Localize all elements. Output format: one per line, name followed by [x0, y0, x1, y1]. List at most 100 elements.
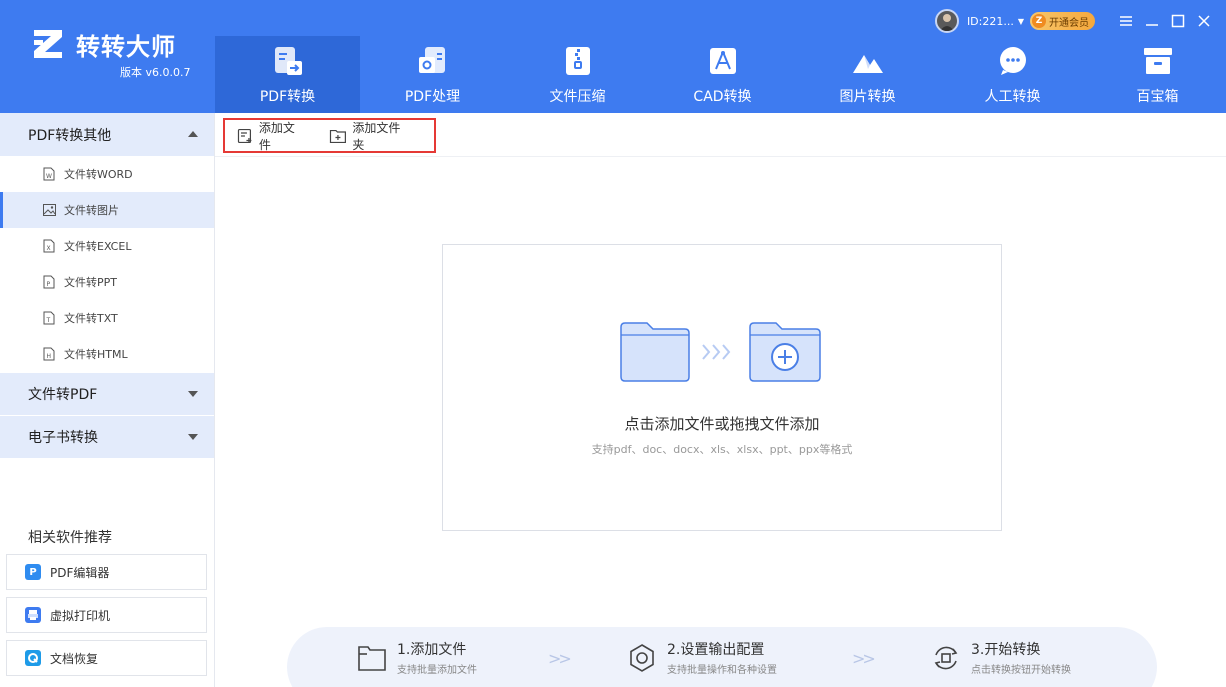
menu-icon: [1119, 16, 1132, 26]
recommend-virtual-printer[interactable]: 虚拟打印机: [6, 597, 207, 633]
recommend-label: 虚拟打印机: [50, 608, 111, 623]
recommend-pdf-editor[interactable]: P PDF编辑器: [6, 554, 207, 590]
drop-main-text: 点击添加文件或拖拽文件添加: [624, 415, 820, 433]
steps-guide: 1.添加文件 支持批量添加文件 >> 2.设置输出配置 支持批量操作和各种设置 …: [287, 627, 1157, 687]
step-desc: 点击转换按钮开始转换: [971, 665, 1071, 676]
maximize-button[interactable]: [1165, 9, 1190, 33]
sidebar-item-label: 文件转HTML: [64, 348, 128, 361]
convert-icon: [929, 641, 963, 675]
step-separator-icon: >>: [548, 649, 572, 668]
image-convert-icon: [851, 44, 885, 78]
sidebar-item-to-word[interactable]: W 文件转WORD: [0, 156, 214, 192]
folder-transfer-icon: [620, 322, 821, 382]
expand-arrow-icon: [188, 434, 198, 440]
nav-label: CAD转换: [693, 89, 752, 105]
file-compress-icon: [561, 44, 595, 78]
drop-sub-text: 支持pdf、doc、docx、xls、xlsx、ppt、ppx等格式: [591, 443, 853, 456]
pdf-editor-icon: P: [25, 564, 41, 580]
nav-cad-convert[interactable]: CAD转换: [650, 36, 795, 113]
nav-file-compress[interactable]: 文件压缩: [505, 36, 650, 113]
virtual-printer-icon: [25, 607, 41, 623]
sidebar-item-label: 文件转WORD: [64, 168, 133, 181]
file-toolbar: 添加文件 添加文件夹: [223, 118, 436, 153]
add-folder-icon: [329, 129, 346, 143]
close-icon: [1197, 15, 1210, 27]
minimize-button[interactable]: [1139, 9, 1164, 33]
user-avatar[interactable]: [934, 9, 959, 33]
step-title: 2.设置输出配置: [667, 642, 765, 658]
svg-text:T: T: [46, 317, 51, 324]
step-desc: 支持批量操作和各种设置: [667, 665, 777, 676]
sidebar-group-to-pdf[interactable]: 文件转PDF: [0, 372, 214, 415]
recommend-label: PDF编辑器: [50, 565, 110, 580]
nav-manual-convert[interactable]: 人工转换: [940, 36, 1085, 113]
document-recovery-icon: [25, 650, 41, 666]
svg-text:H: H: [47, 353, 52, 360]
nav-label: 人工转换: [984, 89, 1041, 105]
sidebar-item-label: 文件转TXT: [64, 312, 118, 325]
sidebar-item-label: 文件转EXCEL: [64, 240, 132, 253]
open-vip-button[interactable]: Z 开通会员: [1030, 12, 1095, 30]
nav-label: PDF处理: [404, 89, 461, 105]
manual-convert-icon: [996, 44, 1030, 78]
sidebar-item-to-image[interactable]: 文件转图片: [0, 192, 214, 228]
collapse-arrow-icon: [188, 131, 198, 137]
step-add-file: 1.添加文件 支持批量添加文件: [355, 641, 477, 676]
file-drop-zone[interactable]: 点击添加文件或拖拽文件添加 支持pdf、doc、docx、xls、xlsx、pp…: [442, 244, 1002, 531]
step-output-settings: 2.设置输出配置 支持批量操作和各种设置: [625, 641, 777, 676]
app-version: 版本 v6.0.0.7: [120, 66, 191, 79]
nav-pdf-convert[interactable]: PDF转换: [215, 36, 360, 113]
pdf-convert-icon: [271, 44, 305, 78]
folder-icon: [355, 641, 389, 675]
app-logo: 转转大师: [30, 26, 176, 62]
sidebar-item-label: 文件转图片: [64, 204, 119, 217]
cad-convert-icon: [706, 44, 740, 78]
sidebar-group-label: PDF转换其他: [28, 127, 112, 144]
step-title: 1.添加文件: [397, 642, 467, 658]
title-bar-controls: ID:221... ▼ Z 开通会员: [934, 8, 1216, 34]
sidebar-item-label: 文件转PPT: [64, 276, 117, 289]
sidebar-item-to-ppt[interactable]: P 文件转PPT: [0, 264, 214, 300]
user-id[interactable]: ID:221...: [967, 15, 1014, 28]
add-folder-button[interactable]: 添加文件夹: [329, 119, 412, 153]
maximize-icon: [1171, 14, 1184, 28]
recommend-document-recovery[interactable]: 文档恢复: [6, 640, 207, 676]
svg-text:W: W: [46, 173, 52, 180]
sidebar-item-to-excel[interactable]: X 文件转EXCEL: [0, 228, 214, 264]
sidebar-item-to-html[interactable]: H 文件转HTML: [0, 336, 214, 372]
nav-toolbox[interactable]: 百宝箱: [1085, 36, 1226, 113]
logo-z-icon: [30, 26, 66, 62]
recommend-title: 相关软件推荐: [28, 530, 112, 546]
app-name: 转转大师: [76, 32, 176, 61]
pdf-process-icon: [416, 44, 450, 78]
sidebar-group-pdf-convert-other[interactable]: PDF转换其他: [0, 113, 214, 156]
add-file-icon: [237, 128, 252, 143]
menu-button[interactable]: [1113, 9, 1138, 33]
nav-label: 图片转换: [839, 89, 896, 105]
step-desc: 支持批量添加文件: [397, 665, 477, 676]
html-file-icon: H: [42, 347, 56, 361]
settings-icon: [625, 641, 659, 675]
sidebar-group-label: 文件转PDF: [28, 387, 98, 403]
user-dropdown-caret-icon[interactable]: ▼: [1018, 17, 1024, 26]
minimize-icon: [1145, 24, 1158, 26]
sidebar-item-to-txt[interactable]: T 文件转TXT: [0, 300, 214, 336]
svg-text:X: X: [47, 245, 51, 252]
main-nav: PDF转换 PDF处理 文件压缩 CAD转换 图片转换 人工转换 百宝箱: [215, 36, 1226, 113]
add-file-label: 添加文件: [258, 120, 295, 152]
nav-pdf-process[interactable]: PDF处理: [360, 36, 505, 113]
nav-image-convert[interactable]: 图片转换: [795, 36, 940, 113]
close-button[interactable]: [1191, 9, 1216, 33]
sidebar-group-ebook[interactable]: 电子书转换: [0, 415, 214, 458]
step-start-convert: 3.开始转换 点击转换按钮开始转换: [929, 641, 1071, 676]
nav-label: PDF转换: [259, 89, 316, 105]
nav-label: 文件压缩: [549, 89, 606, 105]
step-title: 3.开始转换: [971, 642, 1041, 658]
add-file-button[interactable]: 添加文件: [237, 119, 307, 153]
nav-label: 百宝箱: [1136, 89, 1179, 105]
toolbar-divider: [215, 156, 1226, 157]
ppt-file-icon: P: [42, 275, 56, 289]
image-file-icon: [42, 203, 56, 217]
sidebar-group-label: 电子书转换: [28, 430, 98, 446]
vip-label: 开通会员: [1049, 17, 1089, 29]
